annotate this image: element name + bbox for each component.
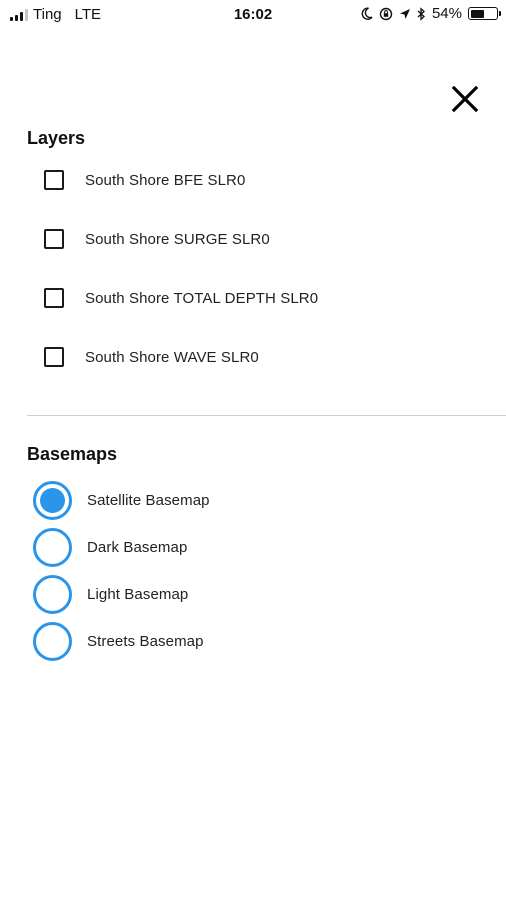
radio-dot [40,487,65,513]
layers-title: Layers [27,128,86,148]
basemap-label: Satellite Basemap [87,491,210,509]
close-button[interactable] [446,80,484,118]
close-icon [452,86,478,112]
layer-checkbox[interactable] [44,288,64,308]
basemaps-title: Basemaps [27,444,118,464]
layer-item-bfe[interactable]: South Shore BFE SLR0 [44,165,464,195]
layers-panel-screen: Ting LTE 16:02 54% Layers South Shore BF… [0,0,506,900]
battery-icon [468,7,501,20]
basemap-item-satellite[interactable]: Satellite Basemap [33,480,453,520]
layer-checkbox[interactable] [44,347,64,367]
moon-icon [361,7,373,20]
layer-label: South Shore BFE SLR0 [85,171,246,189]
basemap-label: Dark Basemap [87,538,188,556]
layer-item-wave[interactable]: South Shore WAVE SLR0 [44,342,464,372]
basemap-item-streets[interactable]: Streets Basemap [33,621,453,661]
radio-button[interactable] [33,574,72,614]
bluetooth-icon [417,6,425,21]
layer-checkbox[interactable] [44,170,64,190]
status-bar: Ting LTE 16:02 54% [0,0,506,30]
status-right: 54% [361,5,501,22]
layer-label: South Shore TOTAL DEPTH SLR0 [85,289,319,307]
layer-item-total-depth[interactable]: South Shore TOTAL DEPTH SLR0 [44,283,464,313]
radio-button[interactable] [33,527,72,567]
radio-button-selected[interactable] [33,480,72,520]
basemap-item-light[interactable]: Light Basemap [33,574,453,614]
radio-button[interactable] [33,621,72,661]
basemap-item-dark[interactable]: Dark Basemap [33,527,453,567]
orientation-lock-icon [379,7,393,20]
layer-label: South Shore SURGE SLR0 [85,230,270,248]
section-divider [27,415,506,416]
basemap-label: Streets Basemap [87,632,204,650]
location-arrow-icon [399,8,410,19]
layer-item-surge[interactable]: South Shore SURGE SLR0 [44,224,464,254]
basemap-label: Light Basemap [87,585,189,603]
layer-checkbox[interactable] [44,229,64,249]
battery-fill [470,9,484,18]
battery-percent: 54% [431,5,462,22]
layer-label: South Shore WAVE SLR0 [85,348,259,366]
